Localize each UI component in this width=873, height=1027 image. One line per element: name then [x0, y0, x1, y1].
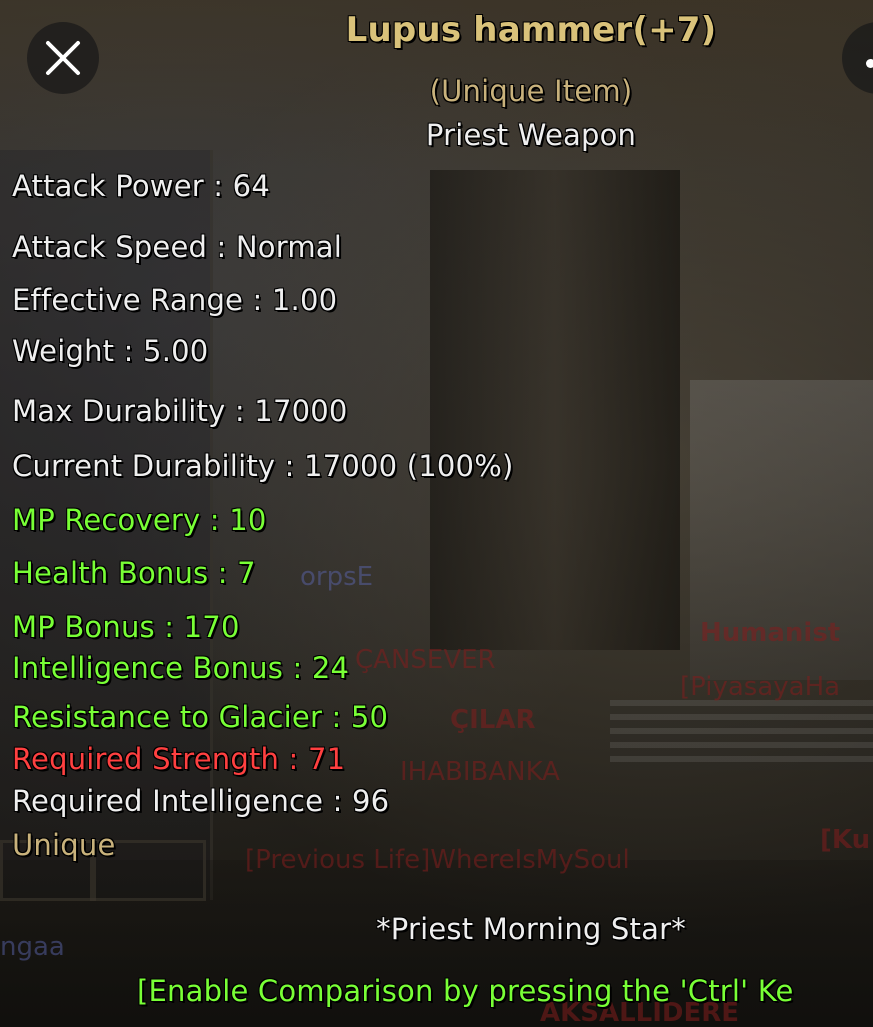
stat-effective-range: Effective Range : 1.00 [12, 283, 338, 317]
background-player-name: ngaa [0, 932, 65, 962]
bonus-intelligence: Intelligence Bonus : 24 [12, 651, 350, 685]
game-screen: Humanist [PiyasayaHa ÇILAR IHABIBANKA [P… [0, 0, 873, 1027]
background-player-name: [Ku [820, 825, 871, 855]
background-player-name: Humanist [700, 618, 841, 648]
bonus-glacier-resistance: Resistance to Glacier : 50 [12, 700, 389, 734]
background-steps [610, 700, 873, 770]
background-player-name: [Previous Life]WhereIsMySoul [245, 845, 630, 875]
background-pillar [430, 170, 680, 650]
stat-max-durability: Max Durability : 17000 [12, 394, 348, 428]
bonus-health: Health Bonus : 7 [12, 556, 256, 590]
bonus-mp-recovery: MP Recovery : 10 [12, 503, 267, 537]
required-intelligence: Required Intelligence : 96 [12, 784, 390, 818]
stat-attack-power: Attack Power : 64 [12, 169, 270, 203]
close-icon [46, 41, 80, 75]
item-set-name: *Priest Morning Star* [376, 912, 686, 946]
more-dots-icon [866, 59, 873, 68]
stat-attack-speed: Attack Speed : Normal [12, 230, 343, 264]
background-player-name: ÇANSEVER [355, 645, 496, 675]
required-strength: Required Strength : 71 [12, 742, 346, 776]
background-player-name: [PiyasayaHa [680, 672, 841, 702]
background-player-name: ÇILAR [450, 705, 536, 735]
item-name: Lupus hammer(+7) [345, 10, 717, 50]
item-type: Priest Weapon [425, 118, 637, 152]
item-rarity: (Unique Item) [429, 74, 633, 108]
background-player-name: orpsE [300, 562, 374, 592]
stat-current-durability: Current Durability : 17000 (100%) [12, 449, 514, 483]
stat-weight: Weight : 5.00 [12, 334, 209, 368]
bonus-mp: MP Bonus : 170 [12, 610, 240, 644]
close-button[interactable] [27, 22, 99, 94]
item-grade: Unique [12, 828, 116, 862]
compare-hint: [Enable Comparison by pressing the 'Ctrl… [137, 974, 794, 1008]
background-player-name: IHABIBANKA [400, 757, 560, 787]
